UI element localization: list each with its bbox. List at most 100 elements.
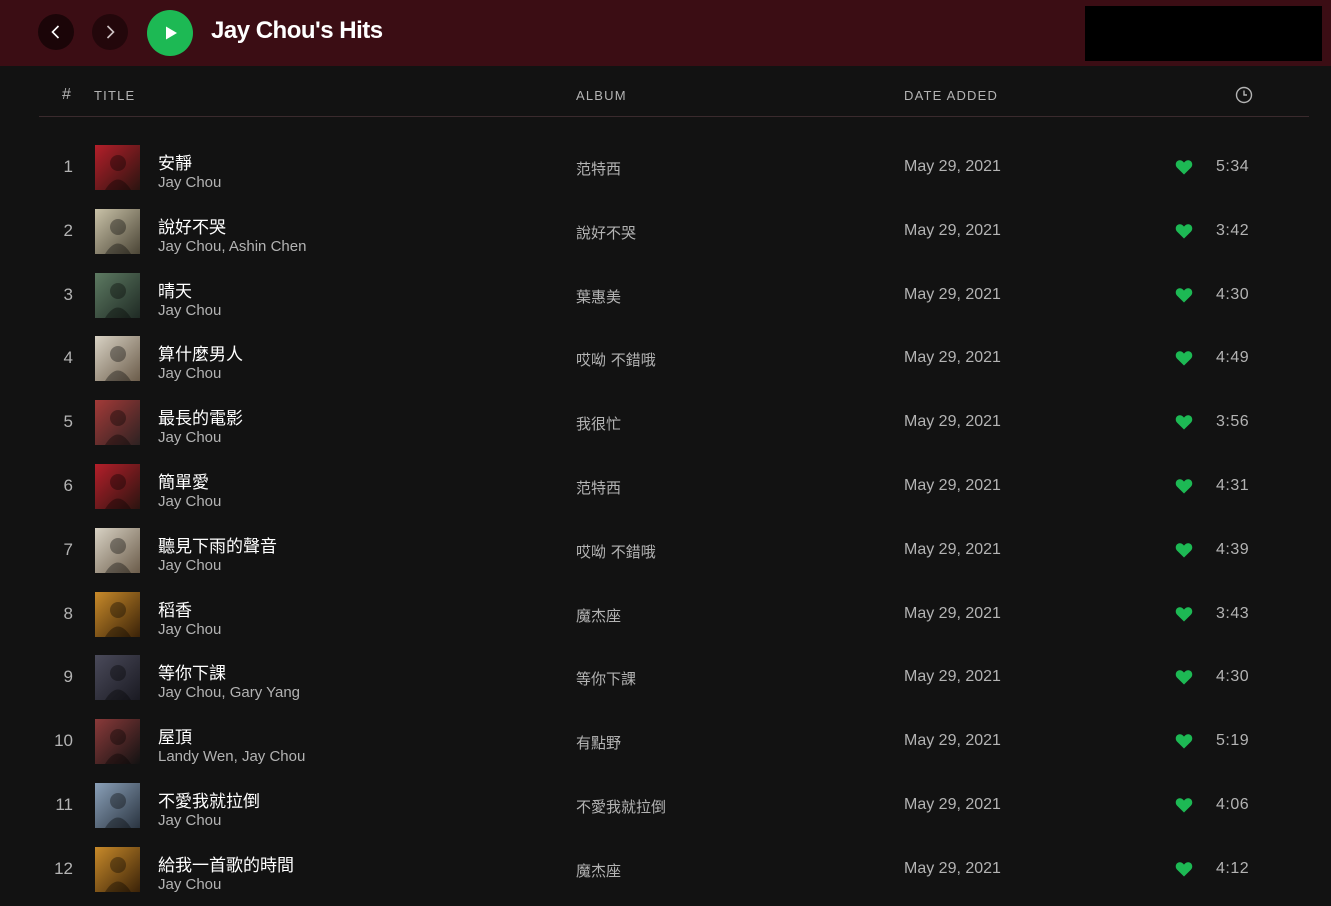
track-artist[interactable]: Jay Chou, Ashin Chen — [158, 238, 306, 255]
track-row[interactable]: 2 說好不哭 Jay Chou, Ashin Chen 說好不哭 May 29,… — [0, 200, 1331, 264]
track-row[interactable]: 10 屋頂 Landy Wen, Jay Chou 有點野 May 29, 20… — [0, 710, 1331, 774]
track-album[interactable]: 說好不哭 — [576, 222, 636, 243]
album-cover-image — [95, 846, 140, 892]
track-title[interactable]: 稻香 — [158, 596, 192, 621]
track-title[interactable]: 聽見下雨的聲音 — [158, 532, 277, 557]
track-artist[interactable]: Jay Chou — [158, 876, 221, 893]
track-album[interactable]: 有點野 — [576, 732, 621, 753]
heart-icon[interactable] — [1175, 669, 1193, 685]
track-title[interactable]: 安靜 — [158, 149, 192, 174]
track-title[interactable]: 等你下課 — [158, 659, 226, 684]
heart-icon[interactable] — [1175, 350, 1193, 366]
track-row[interactable]: 3 晴天 Jay Chou 葉惠美 May 29, 2021 4:30 — [0, 264, 1331, 328]
heart-icon[interactable] — [1175, 478, 1193, 494]
heart-icon[interactable] — [1175, 414, 1193, 430]
track-artist[interactable]: Jay Chou — [158, 493, 221, 510]
album-cover — [95, 208, 140, 254]
album-cover-image — [95, 208, 140, 254]
album-cover-image — [95, 719, 140, 765]
back-button[interactable] — [38, 14, 74, 50]
chevron-right-icon — [106, 25, 115, 39]
album-cover-image — [95, 272, 140, 318]
track-title[interactable]: 晴天 — [158, 277, 192, 302]
album-cover-image — [95, 591, 140, 637]
track-artist[interactable]: Jay Chou, Gary Yang — [158, 684, 300, 701]
track-album[interactable]: 等你下課 — [576, 668, 636, 689]
track-row[interactable]: 1 安靜 Jay Chou 范特西 May 29, 2021 5:34 — [0, 136, 1331, 200]
track-duration: 4:06 — [1216, 795, 1250, 813]
track-row[interactable]: 5 最長的電影 Jay Chou 我很忙 May 29, 2021 3:56 — [0, 391, 1331, 455]
album-cover — [95, 400, 140, 446]
track-date-added: May 29, 2021 — [904, 859, 1001, 877]
track-duration: 4:31 — [1216, 476, 1250, 494]
playlist-title: Jay Chou's Hits — [211, 17, 383, 44]
track-album[interactable]: 葉惠美 — [576, 286, 621, 307]
album-cover — [95, 527, 140, 573]
track-title[interactable]: 算什麼男人 — [158, 340, 243, 365]
track-album[interactable]: 魔杰座 — [576, 860, 621, 881]
track-duration: 5:34 — [1216, 158, 1250, 175]
track-date-added: May 29, 2021 — [904, 604, 1001, 622]
track-row[interactable]: 6 簡單愛 Jay Chou 范特西 May 29, 2021 4:31 — [0, 455, 1331, 519]
track-artist[interactable]: Jay Chou — [158, 174, 221, 191]
track-album[interactable]: 我很忙 — [576, 413, 621, 434]
track-artist[interactable]: Jay Chou — [158, 429, 221, 446]
track-artist[interactable]: Jay Chou — [158, 365, 221, 382]
track-date-added: May 29, 2021 — [904, 540, 1001, 558]
track-artist[interactable]: Jay Chou — [158, 621, 221, 638]
play-icon — [166, 26, 177, 40]
track-row[interactable]: 7 聽見下雨的聲音 Jay Chou 哎呦 不錯哦 May 29, 2021 4… — [0, 519, 1331, 583]
play-button[interactable] — [147, 10, 193, 56]
album-cover — [95, 782, 140, 828]
track-number: 12 — [54, 858, 73, 878]
track-number: 11 — [55, 794, 73, 814]
track-artist[interactable]: Landy Wen, Jay Chou — [158, 748, 305, 765]
column-header-title[interactable]: TITLE — [94, 88, 135, 103]
track-album[interactable]: 哎呦 不錯哦 — [576, 349, 656, 370]
track-number: 2 — [63, 220, 73, 240]
track-row[interactable]: 12 給我一首歌的時間 Jay Chou 魔杰座 May 29, 2021 4:… — [0, 838, 1331, 902]
heart-icon[interactable] — [1175, 223, 1193, 239]
track-album[interactable]: 哎呦 不錯哦 — [576, 541, 656, 562]
track-duration: 4:39 — [1216, 540, 1250, 558]
column-header-duration[interactable] — [1235, 86, 1253, 107]
track-number: 7 — [63, 539, 73, 559]
track-artist[interactable]: Jay Chou — [158, 812, 221, 829]
track-row[interactable]: 4 算什麼男人 Jay Chou 哎呦 不錯哦 May 29, 2021 4:4… — [0, 327, 1331, 391]
track-title[interactable]: 給我一首歌的時間 — [158, 851, 294, 876]
track-album[interactable]: 范特西 — [576, 158, 621, 179]
heart-icon[interactable] — [1175, 606, 1193, 622]
track-artist[interactable]: Jay Chou — [158, 302, 221, 319]
column-header-album[interactable]: ALBUM — [576, 88, 627, 103]
album-cover-image — [95, 782, 140, 828]
track-number: 6 — [63, 475, 73, 495]
track-album[interactable]: 不愛我就拉倒 — [576, 796, 666, 817]
album-cover — [95, 591, 140, 637]
track-number: 10 — [54, 731, 73, 751]
heart-icon[interactable] — [1175, 287, 1193, 303]
album-cover — [95, 145, 140, 190]
track-row[interactable]: 8 稻香 Jay Chou 魔杰座 May 29, 2021 3:43 — [0, 583, 1331, 647]
track-title[interactable]: 最長的電影 — [158, 404, 243, 429]
track-title[interactable]: 不愛我就拉倒 — [158, 787, 260, 812]
track-duration: 4:12 — [1216, 859, 1250, 877]
track-title[interactable]: 說好不哭 — [158, 213, 226, 238]
track-row[interactable]: 11 不愛我就拉倒 Jay Chou 不愛我就拉倒 May 29, 2021 4… — [0, 774, 1331, 838]
track-album[interactable]: 魔杰座 — [576, 605, 621, 626]
track-album[interactable]: 范特西 — [576, 477, 621, 498]
heart-icon[interactable] — [1175, 733, 1193, 749]
chevron-left-icon — [51, 25, 60, 39]
heart-icon[interactable] — [1175, 542, 1193, 558]
heart-icon[interactable] — [1175, 797, 1193, 813]
track-duration: 5:19 — [1216, 732, 1250, 750]
heart-icon[interactable] — [1175, 159, 1193, 175]
track-title[interactable]: 簡單愛 — [158, 468, 209, 493]
track-row[interactable]: 9 等你下課 Jay Chou, Gary Yang 等你下課 May 29, … — [0, 646, 1331, 710]
heart-icon[interactable] — [1175, 861, 1193, 877]
column-header-date-added[interactable]: DATE ADDED — [904, 88, 998, 103]
forward-button[interactable] — [92, 14, 128, 50]
album-cover-image — [95, 655, 140, 701]
album-cover-image — [95, 400, 140, 446]
track-title[interactable]: 屋頂 — [158, 723, 192, 748]
track-artist[interactable]: Jay Chou — [158, 557, 221, 574]
